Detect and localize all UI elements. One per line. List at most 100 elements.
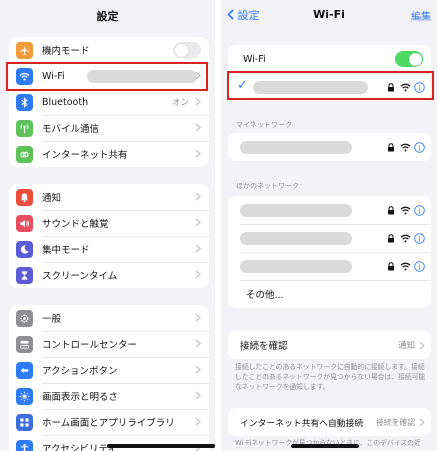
other-network-row[interactable]: i xyxy=(228,224,431,252)
home-indicator xyxy=(107,444,215,448)
accessibility-icon xyxy=(16,439,33,451)
row-accessibility[interactable]: アクセシビリティ xyxy=(9,435,209,451)
chevron-right-icon xyxy=(195,339,201,348)
lock-icon xyxy=(388,262,394,271)
network-name-redacted xyxy=(240,140,352,154)
other-network-row[interactable]: i xyxy=(228,196,431,224)
airplane-mode-toggle[interactable] xyxy=(173,42,201,58)
chevron-right-icon xyxy=(419,341,425,350)
chevron-right-icon xyxy=(195,270,201,279)
grid-icon xyxy=(16,413,33,431)
antenna-icon xyxy=(16,119,33,137)
display-brightness-label: 画面表示と明るさ xyxy=(42,392,119,403)
wifi-panel: 設定 Wi-Fi 編集 Wi-Fi ✓ i マイネットワーク i ほかのネットワ… xyxy=(221,0,437,451)
chevron-right-icon xyxy=(195,313,201,322)
wifi-row-highlight xyxy=(6,62,208,91)
row-action-button[interactable]: アクションボタン xyxy=(9,357,209,383)
screen-time-label: スクリーンタイム xyxy=(42,271,118,282)
network-name-redacted xyxy=(240,259,352,273)
svg-text:i: i xyxy=(418,144,421,152)
control-center-icon xyxy=(16,335,33,353)
home-indicator xyxy=(291,444,359,448)
settings-panel: 設定 機内モード Wi-Fi Bluetooth オン モバイル通信 インターネ… xyxy=(0,0,215,451)
other-networks-header: ほかのネットワーク xyxy=(236,182,299,190)
sounds-haptics-label: サウンドと触覚 xyxy=(42,219,109,230)
auto-join-hotspot-group: インターネット共有へ自動接続 接続を確認 xyxy=(228,408,431,436)
other-network-join-row[interactable]: その他... xyxy=(228,280,431,308)
bluetooth-label: Bluetooth xyxy=(42,96,89,108)
accessibility-label: アクセシビリティ xyxy=(42,444,117,451)
wifi-page-title: Wi-Fi xyxy=(313,8,345,21)
info-icon[interactable]: i xyxy=(414,261,425,272)
wifi-toggle[interactable] xyxy=(395,51,423,67)
home-screen-label: ホーム画面とアプリライブラリ xyxy=(42,418,175,429)
row-control-center[interactable]: コントロールセンター xyxy=(9,331,209,357)
chevron-right-icon xyxy=(195,391,201,400)
wifi-signal-icon xyxy=(400,234,411,243)
other-network-label: その他... xyxy=(246,290,284,301)
auto-join-hotspot-value: 接続を確認 xyxy=(376,417,415,427)
info-icon[interactable]: i xyxy=(414,142,425,153)
info-icon[interactable]: i xyxy=(414,205,425,216)
my-network-row[interactable]: i xyxy=(228,133,431,161)
control-center-label: コントロールセンター xyxy=(42,340,138,351)
chevron-right-icon xyxy=(195,97,201,106)
chevron-right-icon xyxy=(195,149,201,158)
lock-icon xyxy=(388,234,394,243)
other-networks-group: i i i その他... xyxy=(228,196,431,308)
wifi-toggle-row: Wi-Fi xyxy=(228,45,431,73)
settings-title: 設定 xyxy=(96,10,119,23)
connected-network-highlight xyxy=(227,71,434,100)
row-screen-time[interactable]: スクリーンタイム xyxy=(9,262,209,288)
chevron-right-icon xyxy=(195,218,201,227)
chevron-right-icon xyxy=(419,418,425,427)
edit-button[interactable]: 編集 xyxy=(411,8,431,23)
ask-to-join-group: 接続を確認 通知 xyxy=(228,331,431,359)
my-networks-header: マイネットワーク xyxy=(236,121,292,129)
network-name-redacted xyxy=(240,203,352,217)
chevron-right-icon xyxy=(195,123,201,132)
ask-to-join-label: 接続を確認 xyxy=(240,341,288,352)
lock-icon xyxy=(388,206,394,215)
auto-join-hotspot-label: インターネット共有へ自動接続 xyxy=(240,418,364,429)
row-notifications[interactable]: 通知 xyxy=(9,184,209,210)
wifi-signal-icon xyxy=(400,143,411,152)
settings-group-general: 一般 コントロールセンター アクションボタン 画面表示と明るさ ホーム画面とアプ… xyxy=(9,305,209,451)
ask-to-join-row[interactable]: 接続を確認 通知 xyxy=(228,331,431,359)
network-name-redacted xyxy=(240,231,352,245)
general-label: 一般 xyxy=(42,314,62,325)
row-focus[interactable]: 集中モード xyxy=(9,236,209,262)
sun-icon xyxy=(16,387,33,405)
my-networks-group: i xyxy=(228,133,431,161)
row-sounds-haptics[interactable]: サウンドと触覚 xyxy=(9,210,209,236)
gear-icon xyxy=(16,309,33,327)
airplane-icon xyxy=(16,41,33,59)
row-general[interactable]: 一般 xyxy=(9,305,209,331)
chevron-right-icon xyxy=(195,365,201,374)
svg-text:i: i xyxy=(418,263,421,271)
speaker-icon xyxy=(16,214,33,232)
info-icon[interactable]: i xyxy=(414,233,425,244)
chevron-right-icon xyxy=(195,192,201,201)
bell-icon xyxy=(16,188,33,206)
settings-group-notifications: 通知 サウンドと触覚 集中モード スクリーンタイム xyxy=(9,184,209,288)
chevron-right-icon xyxy=(195,417,201,426)
wifi-signal-icon xyxy=(400,206,411,215)
row-display-brightness[interactable]: 画面表示と明るさ xyxy=(9,383,209,409)
row-bluetooth[interactable]: Bluetooth オン xyxy=(9,89,209,115)
other-network-row[interactable]: i xyxy=(228,252,431,280)
hotspot-icon xyxy=(16,145,33,163)
row-mobile-data[interactable]: モバイル通信 xyxy=(9,115,209,141)
wifi-signal-icon xyxy=(400,262,411,271)
auto-join-hotspot-row[interactable]: インターネット共有へ自動接続 接続を確認 xyxy=(228,408,431,436)
bluetooth-status: オン xyxy=(171,98,189,108)
hourglass-icon xyxy=(16,266,33,284)
row-home-screen[interactable]: ホーム画面とアプリライブラリ xyxy=(9,409,209,435)
notifications-label: 通知 xyxy=(42,193,62,204)
ask-to-join-value: 通知 xyxy=(397,341,415,351)
action-button-icon xyxy=(16,361,33,379)
moon-icon xyxy=(16,240,33,258)
svg-text:i: i xyxy=(418,207,421,215)
row-personal-hotspot[interactable]: インターネット共有 xyxy=(9,141,209,167)
row-airplane-mode: 機内モード xyxy=(9,37,209,63)
